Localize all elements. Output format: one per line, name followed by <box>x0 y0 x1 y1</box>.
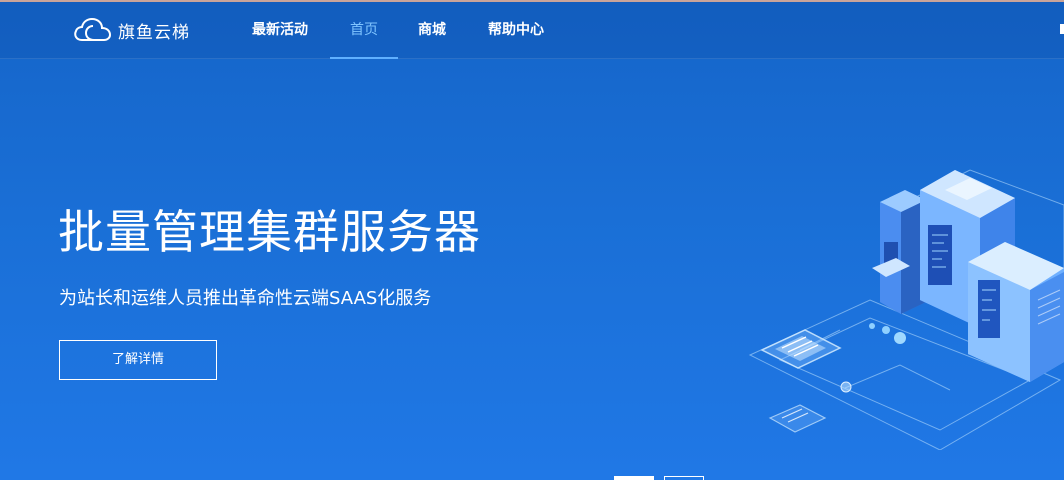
header: 旗鱼云梯 最新活动 首页 商城 帮助中心 <box>0 2 1064 59</box>
server-rack-left <box>872 190 926 314</box>
brand-name: 旗鱼云梯 <box>118 22 190 43</box>
header-right-edge <box>1060 24 1064 34</box>
learn-more-button[interactable]: 了解详情 <box>59 340 217 380</box>
server-rack-right <box>968 242 1064 382</box>
hero-subtitle: 为站长和运维人员推出革命性云端SAAS化服务 <box>59 288 432 309</box>
hero-title: 批量管理集群服务器 <box>58 205 481 259</box>
document-icon-small <box>768 404 827 433</box>
nav-item-activities[interactable]: 最新活动 <box>230 2 330 58</box>
nav-item-home[interactable]: 首页 <box>330 2 398 59</box>
carousel-dot-1[interactable] <box>614 476 654 480</box>
server-illustration <box>748 169 1064 450</box>
main-nav: 最新活动 首页 商城 帮助中心 <box>230 2 566 59</box>
nav-item-store[interactable]: 商城 <box>398 2 466 58</box>
page: 旗鱼云梯 最新活动 首页 商城 帮助中心 批量管理集群服务器 为站长和运维人员推… <box>0 0 1064 480</box>
logo[interactable]: 旗鱼云梯 <box>72 14 190 46</box>
nav-item-help-center[interactable]: 帮助中心 <box>466 2 566 58</box>
carousel-dot-2[interactable] <box>664 476 704 480</box>
cloud-icon <box>72 14 112 46</box>
